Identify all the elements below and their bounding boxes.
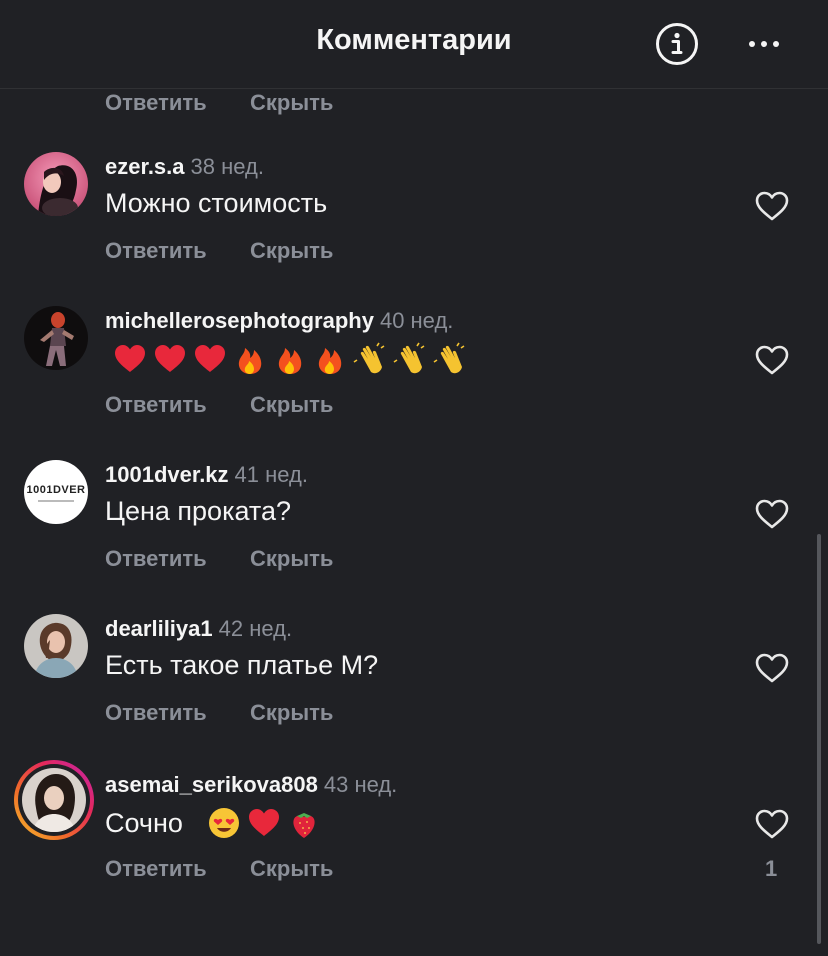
emoji-row — [113, 342, 467, 376]
reply-button[interactable]: Ответить — [105, 546, 207, 572]
like-count[interactable]: 1 — [765, 856, 777, 882]
emoji-row — [207, 806, 321, 840]
heart-icon[interactable] — [754, 190, 790, 222]
hide-button[interactable]: Скрыть — [250, 700, 333, 726]
heart-icon[interactable] — [754, 808, 790, 840]
comment-text: ❤️❤️❤️🔥🔥🔥👏👏👏 — [105, 342, 467, 383]
hide-button[interactable]: Скрыть — [250, 392, 333, 418]
fire-icon — [318, 348, 341, 374]
avatar[interactable]: 1001DVER — [24, 460, 88, 524]
heart-icon[interactable] — [754, 498, 790, 530]
comment-item: ezer.s.a 38 нед. Можно стоимость Ответить… — [0, 152, 828, 302]
comment-meta: michellerosephotography 40 нед. — [105, 308, 453, 334]
comment-item: dearliliya1 42 нед. Есть такое платье М? … — [0, 614, 828, 764]
red-heart-icon — [248, 809, 279, 836]
reply-button[interactable]: Ответить — [105, 238, 207, 264]
red-heart-icon — [114, 345, 145, 372]
red-heart-icon — [194, 345, 225, 372]
hide-button[interactable]: Скрыть — [250, 238, 333, 264]
timestamp: 40 нед. — [379, 308, 454, 333]
page-title: Комментарии — [316, 24, 512, 56]
timestamp: 38 нед. — [190, 154, 264, 179]
info-circle-icon[interactable] — [655, 22, 699, 66]
reply-button[interactable]: Ответить — [105, 90, 207, 116]
username[interactable]: ezer.s.a — [105, 154, 185, 179]
username[interactable]: asemai_serikova808 — [105, 772, 318, 797]
red-heart-icon — [154, 345, 185, 372]
comment-item: michellerosephotography40 нед. ❤️❤️❤️🔥🔥🔥… — [0, 306, 828, 456]
avatar-logo: 1001DVER — [26, 484, 86, 496]
username[interactable]: 1001dver.kz — [105, 462, 229, 487]
avatar[interactable] — [24, 152, 88, 216]
comments-list: Ответить Скрыть ezer.s.a 38 нед. Можно с… — [0, 0, 828, 956]
comment-text: Сочно 😍❤️🍓 — [105, 806, 321, 840]
comment-meta: 1001dver.kz 41 нед. — [105, 462, 308, 488]
comment-text: Можно стоимость — [105, 188, 328, 218]
comment-item: 1001DVER 1001dver.kz 41 нед. Цена проката… — [0, 460, 828, 610]
comment-item: asemai_serikova80843 нед. Сочно 😍❤️🍓 Отв… — [0, 760, 828, 920]
scrollbar[interactable] — [817, 534, 821, 944]
comment-text: Есть такое платье М? — [105, 650, 379, 680]
strawberry-icon — [293, 813, 315, 838]
more-horizontal-icon[interactable] — [742, 24, 786, 64]
heart-icon[interactable] — [754, 652, 790, 684]
heart-eyes-icon — [208, 808, 239, 838]
username[interactable]: dearliliya1 — [105, 616, 213, 641]
hide-button[interactable]: Скрыть — [250, 90, 333, 116]
reply-button[interactable]: Ответить — [105, 392, 207, 418]
fire-icon — [278, 348, 301, 374]
clapping-hands-icon — [393, 342, 424, 374]
clapping-hands-icon — [433, 342, 464, 374]
comment-meta: asemai_serikova808 43 нед. — [105, 772, 397, 798]
comment-text: Цена проката? — [105, 496, 291, 526]
comment-text-words: Сочно — [105, 807, 183, 838]
timestamp: 42 нед. — [218, 616, 293, 641]
hide-button[interactable]: Скрыть — [250, 546, 333, 572]
hide-button[interactable]: Скрыть — [250, 856, 333, 882]
timestamp: 41 нед. — [234, 462, 308, 487]
comment-meta: dearliliya1 42 нед. — [105, 616, 292, 642]
comment-meta: ezer.s.a 38 нед. — [105, 154, 264, 180]
timestamp: 43 нед. — [323, 772, 398, 797]
fire-icon — [238, 348, 261, 374]
avatar-story-ring[interactable] — [14, 760, 94, 840]
avatar[interactable] — [24, 306, 88, 370]
reply-button[interactable]: Ответить — [105, 700, 207, 726]
heart-icon[interactable] — [754, 344, 790, 376]
avatar[interactable] — [24, 614, 88, 678]
username[interactable]: michellerosephotography — [105, 308, 374, 333]
clapping-hands-icon — [353, 342, 384, 374]
avatar — [22, 768, 86, 832]
header: Комментарии — [0, 0, 828, 89]
reply-button[interactable]: Ответить — [105, 856, 207, 882]
